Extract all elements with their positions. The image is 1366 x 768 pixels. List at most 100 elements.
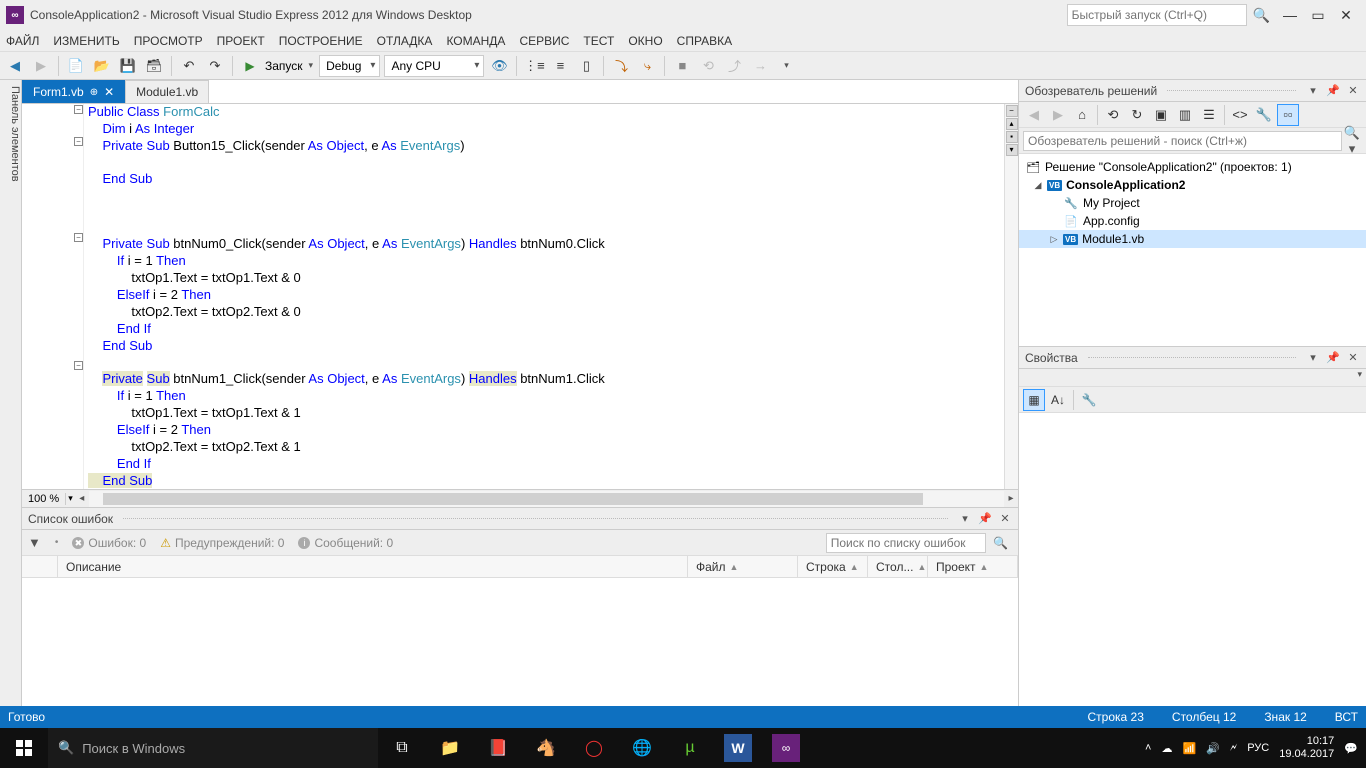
word-icon[interactable]: W [724, 734, 752, 762]
tab-module1[interactable]: Module1.vb [125, 80, 209, 103]
fold-toggle[interactable]: − [74, 361, 83, 370]
show-all-button[interactable]: ▥ [1174, 104, 1196, 126]
fwd-button[interactable]: ▶ [1047, 104, 1069, 126]
close-icon[interactable]: ✕ [998, 512, 1012, 525]
open-button[interactable]: 📂 [91, 55, 113, 77]
start-label[interactable]: Запуск [265, 59, 303, 73]
expand-icon[interactable]: ◢ [1033, 180, 1043, 191]
config-combo[interactable]: Debug [319, 55, 380, 77]
menu-build[interactable]: ПОСТРОЕНИЕ [279, 34, 363, 48]
view-designer-button[interactable]: 🔧 [1253, 104, 1275, 126]
browser-button[interactable]: 👁 [488, 55, 510, 77]
app-icon[interactable]: 🐴 [522, 728, 570, 768]
taskbar-search[interactable]: 🔍 Поиск в Windows [48, 728, 378, 768]
menu-debug[interactable]: ОТЛАДКА [377, 34, 433, 48]
col-project[interactable]: Проект▲ [928, 556, 1018, 577]
error-search-input[interactable] [826, 533, 986, 553]
task-view-icon[interactable]: ⧉ [378, 728, 426, 768]
col-col[interactable]: Стол...▲ [868, 556, 928, 577]
back-button[interactable]: ◀ [1023, 104, 1045, 126]
scroll-left[interactable]: ◂ [75, 493, 89, 504]
run-to-button[interactable]: → [749, 55, 771, 77]
sync-button[interactable]: ⟲ [1102, 104, 1124, 126]
uncomment-button[interactable]: ≡ [549, 55, 571, 77]
properties-button[interactable]: 🔧 [1078, 389, 1100, 411]
filter-icon[interactable]: ▼ [28, 535, 41, 550]
nav-strip[interactable]: − ▴ ▪ ▾ [1004, 104, 1018, 489]
step-over-button[interactable]: ⤷ [636, 55, 658, 77]
col-icon[interactable] [22, 556, 58, 577]
undo-button[interactable]: ↶ [178, 55, 200, 77]
pin-icon[interactable]: 📌 [1326, 351, 1340, 364]
toolbox-panel-tab[interactable]: Панель элементов [0, 80, 22, 706]
tree-myproject[interactable]: 🔧 My Project [1019, 194, 1366, 212]
menu-test[interactable]: ТЕСТ [583, 34, 614, 48]
stop-button[interactable]: ■ [671, 55, 693, 77]
utorrent-icon[interactable]: µ [666, 728, 714, 768]
menu-tools[interactable]: СЕРВИС [519, 34, 569, 48]
notifications-icon[interactable]: 💬 [1344, 742, 1358, 755]
col-description[interactable]: Описание [58, 556, 688, 577]
bookmark-button[interactable]: ▯ [575, 55, 597, 77]
dropdown-icon[interactable]: ▾ [1306, 84, 1320, 97]
zoom-level[interactable]: 100 % [22, 493, 66, 505]
close-button[interactable]: ✕ [1332, 7, 1360, 24]
errors-filter[interactable]: ✖Ошибок: 0 [72, 536, 146, 550]
save-all-button[interactable]: 🗃 [143, 55, 165, 77]
scroll-right[interactable]: ▸ [1004, 493, 1018, 504]
collapse-button[interactable]: ▣ [1150, 104, 1172, 126]
menu-edit[interactable]: ИЗМЕНИТЬ [53, 34, 119, 48]
view-code-button[interactable]: <> [1229, 104, 1251, 126]
close-icon[interactable]: ✕ [1346, 351, 1360, 364]
platform-combo[interactable]: Any CPU [384, 55, 484, 77]
solution-search-input[interactable] [1023, 131, 1342, 151]
categorized-button[interactable]: ▦ [1023, 389, 1045, 411]
clock[interactable]: 10:17 19.04.2017 [1279, 735, 1334, 761]
alphabetical-button[interactable]: A↓ [1047, 389, 1069, 411]
preview-button[interactable]: ▫▫ [1277, 104, 1299, 126]
comment-button[interactable]: ⋮≡ [523, 55, 545, 77]
opera-icon[interactable]: ◯ [570, 728, 618, 768]
code-editor[interactable]: − − − − Public Class FormCalc Dim i As I… [22, 104, 1018, 489]
battery-icon[interactable]: 🗲 [1230, 742, 1237, 755]
menu-team[interactable]: КОМАНДА [446, 34, 505, 48]
search-icon[interactable]: 🔍 [989, 536, 1012, 550]
quick-launch-input[interactable] [1067, 4, 1247, 26]
tree-project[interactable]: ◢ VB ConsoleApplication2 [1019, 176, 1366, 194]
app-icon[interactable]: 📕 [474, 728, 522, 768]
nav-back-button[interactable]: ◀ [4, 55, 26, 77]
col-file[interactable]: Файл▲ [688, 556, 798, 577]
volume-icon[interactable]: 🔊 [1206, 742, 1220, 755]
refresh-button[interactable]: ↻ [1126, 104, 1148, 126]
maximize-button[interactable]: ▭ [1304, 7, 1332, 24]
warnings-filter[interactable]: ⚠Предупреждений: 0 [160, 536, 284, 550]
col-line[interactable]: Строка▲ [798, 556, 868, 577]
vs-icon[interactable]: ∞ [772, 734, 800, 762]
pin-icon[interactable]: ⊕ [90, 87, 98, 98]
tab-form1[interactable]: Form1.vb ⊕ ✕ [22, 80, 125, 103]
pin-icon[interactable]: 📌 [978, 512, 992, 525]
minimize-button[interactable]: — [1276, 7, 1304, 23]
chrome-icon[interactable]: 🌐 [618, 728, 666, 768]
menu-view[interactable]: ПРОСМОТР [134, 34, 203, 48]
tree-appconfig[interactable]: 📄 App.config [1019, 212, 1366, 230]
expand-icon[interactable]: ▷ [1049, 234, 1059, 245]
dropdown-icon[interactable]: ▾ [1306, 351, 1320, 364]
nav-fwd-button[interactable]: ▶ [30, 55, 52, 77]
toolbar-overflow[interactable]: ▾ [775, 55, 797, 77]
start-debug-button[interactable]: ▶ [239, 55, 261, 77]
nav-down-button[interactable]: ▾ [1006, 144, 1018, 156]
restart-button[interactable]: ⟲ [697, 55, 719, 77]
menu-window[interactable]: ОКНО [628, 34, 662, 48]
tree-module1[interactable]: ▷ VB Module1.vb [1019, 230, 1366, 248]
fold-toggle[interactable]: − [74, 233, 83, 242]
tree-solution[interactable]: 🗂 Решение "ConsoleApplication2" (проекто… [1019, 158, 1366, 176]
fold-toggle[interactable]: − [74, 137, 83, 146]
dropdown-icon[interactable]: ▾ [958, 512, 972, 525]
menu-file[interactable]: ФАЙЛ [6, 34, 39, 48]
save-button[interactable]: 💾 [117, 55, 139, 77]
search-icon[interactable]: 🔍 [1253, 7, 1270, 24]
tray-up-icon[interactable]: ˄ [1145, 742, 1151, 754]
home-button[interactable]: ⌂ [1071, 104, 1093, 126]
explorer-icon[interactable]: 📁 [426, 728, 474, 768]
